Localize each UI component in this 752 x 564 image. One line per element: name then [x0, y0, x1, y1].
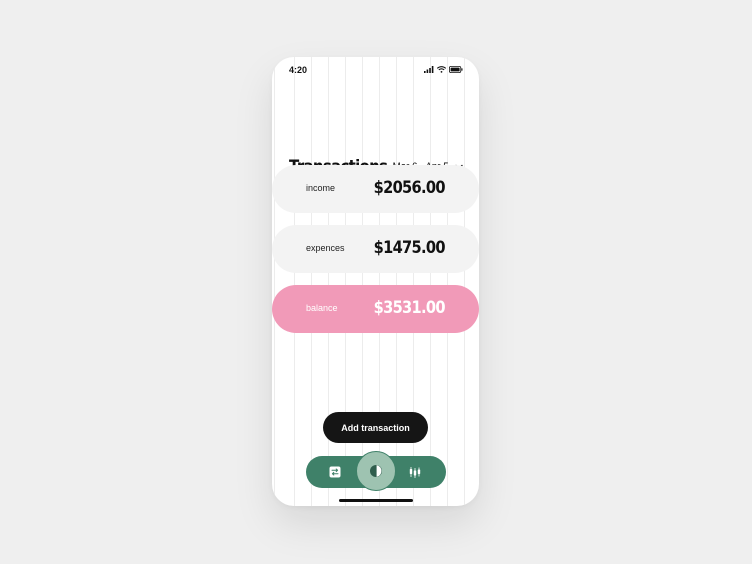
- add-transaction-button[interactable]: Add transaction: [323, 412, 428, 443]
- income-label: income: [306, 183, 336, 193]
- balance-card[interactable]: balance $3531.00: [272, 285, 479, 333]
- balance-label: balance: [306, 303, 338, 313]
- pie-chart-icon: [370, 465, 382, 477]
- nav-stats[interactable]: [407, 464, 423, 480]
- nav-overview[interactable]: [356, 451, 396, 491]
- battery-icon: [449, 66, 463, 73]
- status-icons: [424, 66, 463, 73]
- candlestick-icon: [409, 467, 421, 478]
- balance-amount: $3531.00: [373, 298, 446, 318]
- nav-transfer[interactable]: [328, 465, 342, 479]
- phone-screen: 4:20 income $2056.00 expences $1475.00 b…: [272, 57, 479, 506]
- wifi-icon: [437, 66, 446, 73]
- status-time: 4:20: [289, 65, 308, 75]
- income-amount: $2056.00: [373, 178, 446, 198]
- signal-icon: [424, 66, 434, 73]
- expences-amount: $1475.00: [373, 238, 446, 258]
- income-card[interactable]: income $2056.00: [272, 165, 479, 213]
- transfer-icon: [329, 466, 341, 478]
- status-bar: 4:20: [272, 57, 479, 83]
- stage: 4:20 income $2056.00 expences $1475.00 b…: [0, 0, 752, 564]
- bottom-navbar: [306, 451, 446, 491]
- expences-card[interactable]: expences $1475.00: [272, 225, 479, 273]
- expences-label: expences: [306, 243, 345, 253]
- home-indicator[interactable]: [339, 499, 413, 502]
